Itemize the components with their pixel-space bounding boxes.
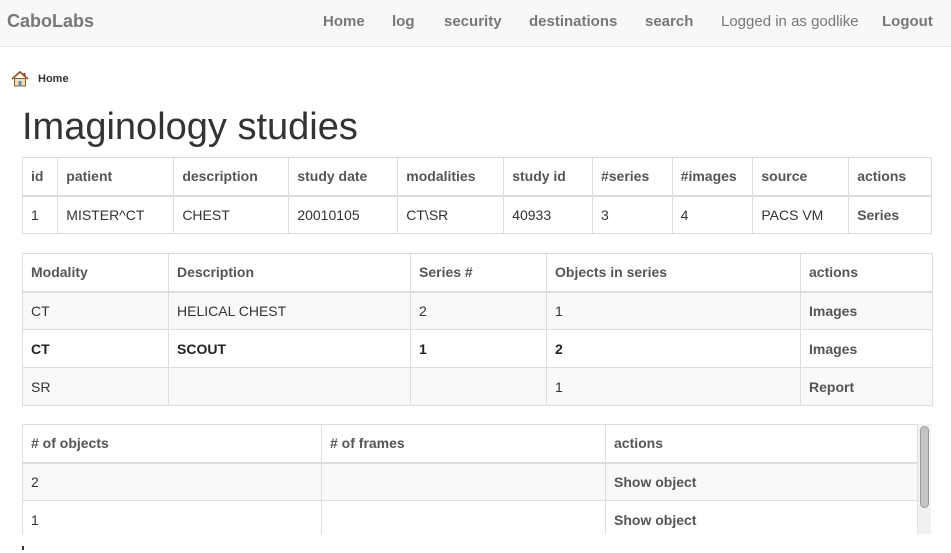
col-header-num-frames: # of frames	[321, 424, 606, 464]
cell-num-objects: 1	[22, 500, 322, 534]
objects-table: # of objects # of frames actions 2 Show …	[22, 424, 918, 534]
cell-num-objects: 2	[22, 462, 322, 501]
breadcrumb: Home	[11, 70, 69, 88]
cell-description: SCOUT	[168, 329, 411, 368]
cell-series-number: 2	[410, 291, 547, 330]
cell-id: 1	[21, 195, 59, 234]
page-title: Imaginology studies	[22, 106, 358, 148]
cell-source: PACS VM	[752, 195, 850, 234]
col-header-series-number: Series #	[410, 253, 547, 293]
series-link[interactable]: Series	[848, 195, 932, 234]
text-cursor	[22, 546, 24, 550]
nav-log[interactable]: log	[392, 13, 415, 30]
table-row: 1 MISTER^CT CHEST 20010105 CT\SR 40933 3…	[21, 195, 932, 234]
cell-description	[168, 367, 411, 406]
cell-study-date: 20010105	[288, 195, 399, 234]
table-row-selected: CT SCOUT 1 2 Images	[22, 329, 933, 368]
objects-header-row: # of objects # of frames actions	[22, 424, 918, 464]
cell-objects: 1	[546, 291, 801, 330]
nav-search[interactable]: search	[645, 13, 693, 30]
cell-num-frames	[321, 462, 606, 501]
col-header-series-count: #series	[591, 157, 673, 197]
cell-series-count: 3	[591, 195, 673, 234]
cell-modality: SR	[22, 367, 169, 406]
table-row: SR 1 Report	[22, 367, 933, 406]
cell-objects: 2	[546, 329, 801, 368]
col-header-description: Description	[168, 253, 411, 293]
objects-table-scroll-area[interactable]: # of objects # of frames actions 2 Show …	[22, 424, 932, 534]
col-header-images-count: #images	[671, 157, 754, 197]
cell-num-frames	[321, 500, 606, 534]
report-link[interactable]: Report	[800, 367, 933, 406]
col-header-modality: Modality	[22, 253, 169, 293]
show-object-link[interactable]: Show object	[605, 462, 918, 501]
nav-destinations[interactable]: destinations	[529, 13, 617, 30]
cell-modality: CT	[22, 329, 169, 368]
logged-in-user-text: Logged in as godlike	[721, 13, 859, 30]
col-header-source: source	[752, 157, 850, 197]
table-row: CT HELICAL CHEST 2 1 Images	[22, 291, 933, 330]
col-header-actions: actions	[848, 157, 932, 197]
cell-patient: MISTER^CT	[57, 195, 175, 234]
images-link[interactable]: Images	[800, 291, 933, 330]
scrollbar-thumb[interactable]	[920, 426, 929, 508]
series-header-row: Modality Description Series # Objects in…	[22, 253, 933, 293]
cell-study-id: 40933	[503, 195, 593, 234]
col-header-patient: patient	[57, 157, 175, 197]
nav-home[interactable]: Home	[323, 13, 365, 30]
navbar: CaboLabs Home log security destinations …	[0, 0, 951, 47]
cell-modality: CT	[22, 291, 169, 330]
cell-modalities: CT\SR	[397, 195, 505, 234]
cell-series-number: 1	[410, 329, 547, 368]
col-header-objects-in-series: Objects in series	[546, 253, 801, 293]
studies-table: id patient description study date modali…	[21, 157, 932, 234]
col-header-actions: actions	[800, 253, 933, 293]
col-header-study-id: study id	[503, 157, 593, 197]
table-row: 1 Show object	[22, 500, 918, 534]
col-header-modalities: modalities	[397, 157, 505, 197]
cell-objects: 1	[546, 367, 801, 406]
logout-link[interactable]: Logout	[882, 13, 933, 30]
col-header-study-date: study date	[288, 157, 399, 197]
nav-security[interactable]: security	[444, 13, 502, 30]
col-header-id: id	[21, 157, 59, 197]
series-table: Modality Description Series # Objects in…	[22, 253, 933, 406]
col-header-num-objects: # of objects	[22, 424, 322, 464]
cell-series-number	[410, 367, 547, 406]
col-header-actions: actions	[605, 424, 918, 464]
images-link[interactable]: Images	[800, 329, 933, 368]
col-header-description: description	[173, 157, 290, 197]
brand-link[interactable]: CaboLabs	[7, 11, 94, 32]
table-row: 2 Show object	[22, 462, 918, 501]
home-icon[interactable]	[11, 71, 29, 87]
cell-description: HELICAL CHEST	[168, 291, 411, 330]
cell-images-count: 4	[671, 195, 754, 234]
cell-description: CHEST	[173, 195, 290, 234]
show-object-link[interactable]: Show object	[605, 500, 918, 534]
breadcrumb-home-link[interactable]: Home	[38, 73, 69, 85]
studies-header-row: id patient description study date modali…	[21, 157, 932, 197]
